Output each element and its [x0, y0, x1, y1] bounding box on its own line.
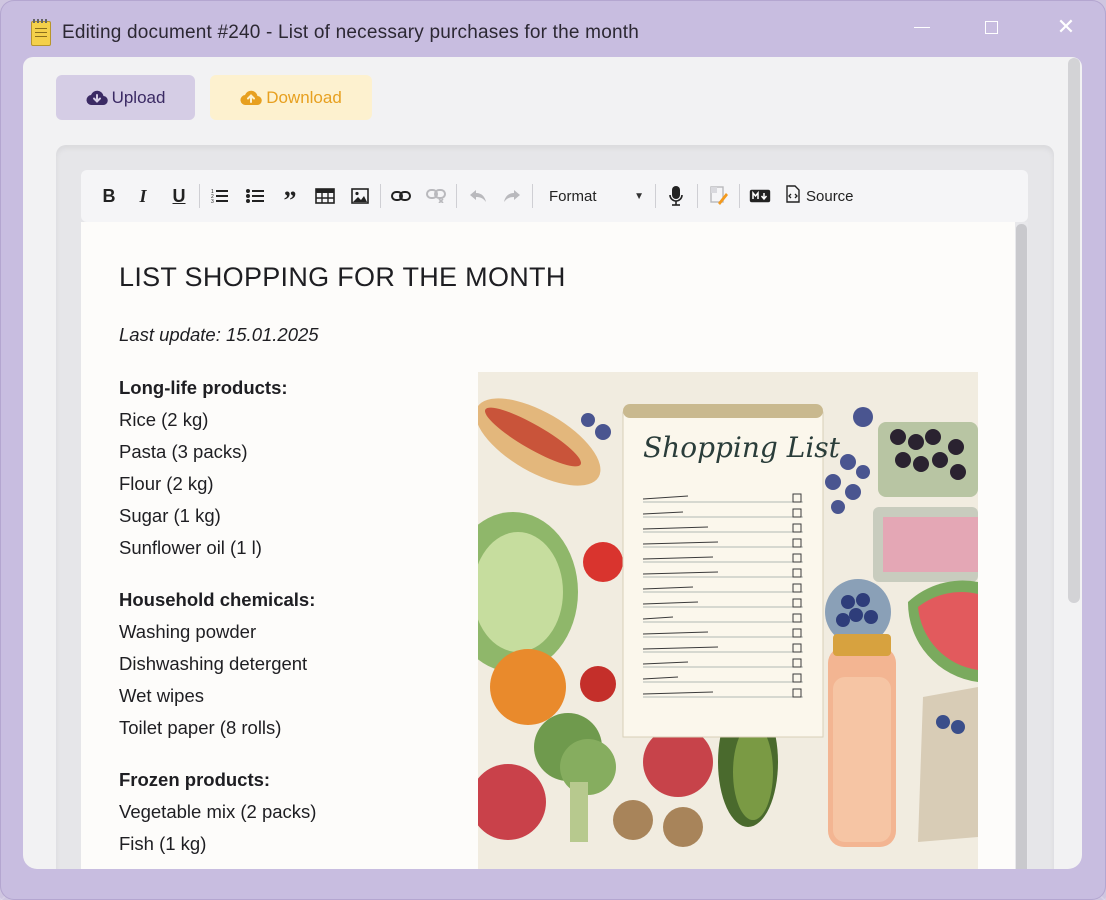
voice-input-button[interactable]	[662, 182, 690, 210]
link-button[interactable]	[387, 182, 415, 210]
svg-text:Shopping List: Shopping List	[643, 431, 841, 464]
upload-button[interactable]: Upload	[56, 75, 195, 120]
upload-label: Upload	[111, 87, 166, 107]
list-item: Fish (1 kg)	[119, 833, 207, 854]
undo-button[interactable]	[464, 182, 492, 210]
dialog-scrollbar[interactable]	[1068, 58, 1080, 603]
close-icon: ✕	[1056, 15, 1076, 40]
markdown-button[interactable]	[746, 182, 774, 210]
editor-container: B I U 123 ” Format ▼ Source LIST SHOPPIN…	[56, 145, 1054, 869]
table-button[interactable]	[311, 182, 339, 210]
list-item: Vegetable mix (2 packs)	[119, 801, 317, 822]
format-select[interactable]: Format ▼	[536, 182, 648, 210]
bold-icon: B	[102, 185, 116, 206]
source-button[interactable]: Source	[786, 182, 854, 210]
toolbar-separator	[199, 184, 200, 208]
download-button[interactable]: Download	[210, 75, 372, 120]
list-item: Sugar (1 kg)	[119, 505, 221, 526]
highlight-icon	[709, 186, 729, 206]
document-subtitle: Last update: 15.01.2025	[119, 324, 319, 345]
quote-icon: ”	[283, 186, 297, 215]
list-section: Frozen products: Vegetable mix (2 packs)…	[119, 766, 459, 862]
toolbar-separator	[380, 184, 381, 208]
close-button[interactable]: ✕	[1054, 16, 1078, 40]
format-label: Format	[549, 187, 597, 205]
toolbar-separator	[697, 184, 698, 208]
section-heading: Long-life products:	[119, 377, 288, 398]
source-code-icon	[786, 185, 800, 207]
toolbar-separator	[456, 184, 457, 208]
list-item: Rice (2 kg)	[119, 409, 209, 430]
bullet-list-button[interactable]	[241, 182, 269, 210]
document-page[interactable]: LIST SHOPPING FOR THE MONTH Last update:…	[81, 222, 1015, 869]
underline-icon: U	[172, 185, 186, 206]
highlight-button[interactable]	[705, 182, 733, 210]
title-bar[interactable]: Editing document #240 - List of necessar…	[0, 0, 1106, 58]
image-button[interactable]	[346, 182, 374, 210]
editor-window: Editing document #240 - List of necessar…	[0, 0, 1106, 900]
ordered-list-button[interactable]: 123	[206, 182, 234, 210]
underline-button[interactable]: U	[165, 182, 193, 210]
list-item: Wet wipes	[119, 685, 204, 706]
unlink-button[interactable]	[422, 182, 450, 210]
illustration-art: Shopping List	[478, 372, 978, 869]
toolbar-separator	[655, 184, 656, 208]
editor-toolbar: B I U 123 ” Format ▼ Source	[81, 170, 1028, 222]
bold-button[interactable]: B	[95, 182, 123, 210]
section-heading: Household chemicals:	[119, 589, 316, 610]
shopping-illustration[interactable]: Shopping List	[478, 372, 978, 869]
redo-button[interactable]	[498, 182, 526, 210]
document-scrollbar[interactable]	[1015, 222, 1028, 869]
minimize-button[interactable]	[910, 16, 934, 40]
download-label: Download	[266, 87, 342, 107]
shopping-list: Long-life products: Rice (2 kg) Pasta (3…	[119, 374, 459, 869]
list-item: Flour (2 kg)	[119, 473, 214, 494]
cloud-download-icon	[86, 89, 108, 107]
dialog-content: Upload Download B I U 123 ” Format ▼ Sou…	[23, 57, 1082, 869]
italic-button[interactable]: I	[129, 182, 157, 210]
svg-text:3: 3	[211, 199, 214, 204]
list-section: Household chemicals: Washing powder Dish…	[119, 586, 459, 746]
markdown-icon	[749, 189, 771, 203]
toolbar-separator	[739, 184, 740, 208]
redo-icon	[503, 189, 521, 203]
toolbar-separator	[532, 184, 533, 208]
notepad-icon	[31, 19, 51, 46]
italic-icon: I	[139, 185, 147, 206]
section-heading: Frozen products:	[119, 769, 271, 790]
undo-icon	[469, 189, 487, 203]
maximize-button[interactable]	[980, 16, 1004, 40]
quote-button[interactable]: ”	[276, 182, 304, 215]
source-label: Source	[806, 187, 854, 205]
cloud-upload-icon	[240, 89, 262, 107]
chevron-down-icon: ▼	[634, 190, 644, 202]
list-item: Pasta (3 packs)	[119, 441, 248, 462]
list-item: Washing powder	[119, 621, 257, 642]
link-icon	[391, 190, 411, 202]
bullet-list-icon	[246, 188, 264, 204]
list-item: Toilet paper (8 rolls)	[119, 717, 282, 738]
list-section: Long-life products: Rice (2 kg) Pasta (3…	[119, 374, 459, 566]
scrollbar-thumb[interactable]	[1016, 224, 1027, 869]
image-icon	[351, 188, 369, 204]
table-icon	[315, 188, 335, 204]
document-title: LIST SHOPPING FOR THE MONTH	[119, 262, 566, 292]
unlink-icon	[426, 189, 446, 203]
ordered-list-icon: 123	[211, 188, 229, 204]
list-item: Sunflower oil (1 l)	[119, 537, 262, 558]
window-title: Editing document #240 - List of necessar…	[62, 22, 639, 43]
list-item: Dishwashing detergent	[119, 653, 308, 674]
microphone-icon	[669, 186, 683, 206]
